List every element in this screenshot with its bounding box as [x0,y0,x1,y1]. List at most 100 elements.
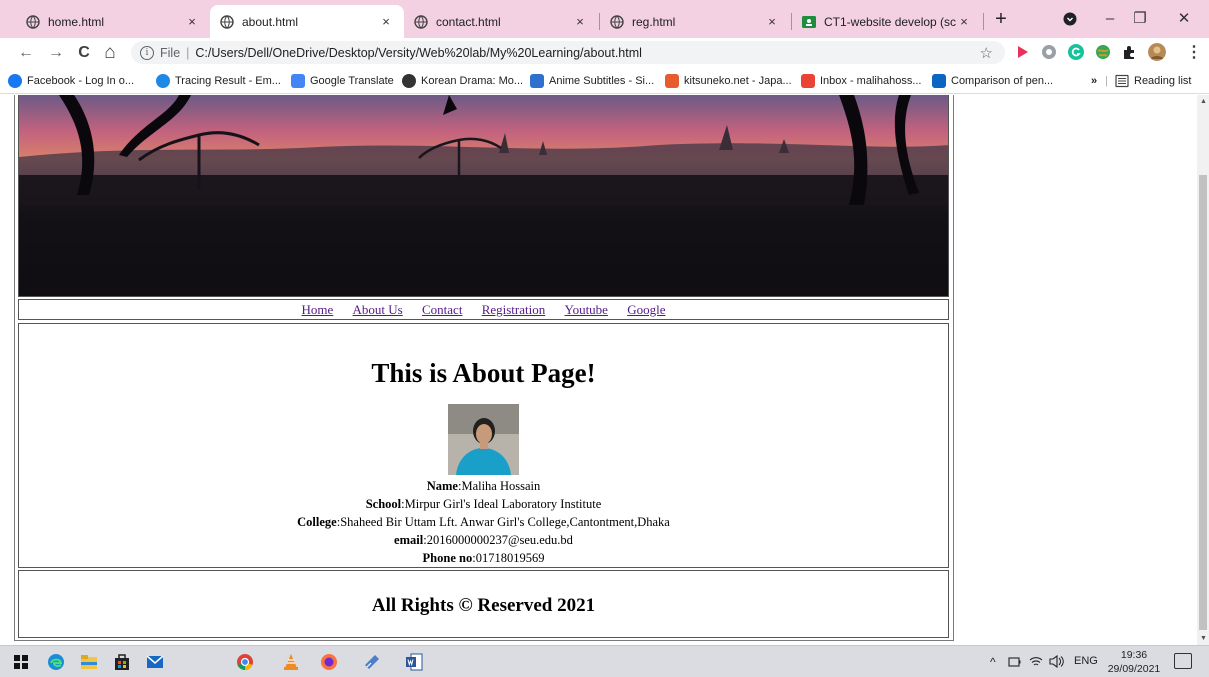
new-tab-button[interactable]: + [990,9,1012,31]
restore-button[interactable]: ❐ [1126,7,1154,31]
footer-text: All Rights © Reserved 2021 [371,595,596,616]
windows-taskbar: ^ ENG 19:36 29/09/2021 [0,645,1209,677]
firefox-icon[interactable] [320,653,338,671]
nav-link-google[interactable]: Google [627,302,665,317]
browser-menu-button[interactable]: ⋮ [1182,41,1206,65]
vertical-scrollbar[interactable]: ▲ ▼ [1197,95,1209,645]
wifi-icon[interactable] [1029,655,1043,668]
info-name-row: Name:Maliha Hossain [19,477,948,495]
college-label: College [297,515,337,529]
back-button[interactable]: ← [14,41,38,65]
bookmark-facebook[interactable]: Facebook - Log In o... [8,72,134,90]
nav-link-youtube[interactable]: Youtube [564,302,607,317]
tab-about[interactable]: about.html × [210,5,404,38]
system-clock[interactable]: 19:36 29/09/2021 [1106,648,1162,676]
tab-label: CT1-website develop (screen [824,14,956,29]
bookmark-label: Comparison of pen... [951,75,1054,87]
tab-label: reg.html [632,14,676,29]
bookmark-korean-drama[interactable]: Korean Drama: Mo... [402,72,523,90]
nav-link-home[interactable]: Home [302,302,334,317]
nav-link-registration[interactable]: Registration [482,302,546,317]
bookmarks-overflow-button[interactable]: » [1091,72,1097,90]
bookmark-label: Google Translate [310,75,394,87]
store-icon[interactable] [113,653,131,671]
tab-home[interactable]: home.html × [16,5,210,38]
volume-icon[interactable] [1049,655,1064,668]
reading-list-label: Reading list [1134,75,1192,87]
tab-divider [983,13,984,30]
reload-button[interactable]: C [72,41,96,65]
vlc-icon[interactable] [282,653,300,671]
windows-start-icon[interactable] [14,655,28,669]
extension-globe-icon[interactable] [1094,43,1112,61]
drama-icon [402,74,416,88]
tab-search-icon[interactable] [1063,12,1077,26]
tray-expand-chevron[interactable]: ^ [990,655,996,669]
play-extension-icon[interactable] [1013,43,1031,61]
tab-label: contact.html [436,14,501,29]
bookmarks-divider: | [1105,75,1108,87]
linkedin-icon [932,74,946,88]
tracing-icon [156,74,170,88]
close-icon[interactable]: × [764,14,780,29]
url-text[interactable]: C:/Users/Dell/OneDrive/Desktop/Versity/W… [195,46,642,60]
close-icon[interactable]: × [956,14,972,29]
language-indicator[interactable]: ENG [1074,655,1098,667]
tab-label: about.html [242,14,299,29]
bookmark-kitsuneko[interactable]: kitsuneko.net - Japa... [665,72,792,90]
profile-avatar[interactable] [1148,43,1166,61]
media-player-icon[interactable] [363,653,381,671]
clock-date: 29/09/2021 [1107,663,1161,675]
bookmark-google-translate[interactable]: Google Translate [291,72,394,90]
scrollbar-thumb[interactable] [1199,175,1207,630]
bookmark-label: Anime Subtitles - Si... [549,75,655,87]
close-icon[interactable]: × [184,14,200,29]
chrome-icon[interactable] [236,653,254,671]
battery-icon[interactable] [1008,656,1021,668]
top-navigation: Home About Us Contact Registration Youtu… [18,299,949,320]
bookmark-tracing-result[interactable]: Tracing Result - Em... [156,72,281,90]
info-phone-row: Phone no:01718019569 [19,549,948,567]
page-title: This is About Page! [371,358,596,388]
tab-contact[interactable]: contact.html × [404,5,598,38]
grammarly-icon[interactable] [1067,43,1085,61]
scroll-up-arrow-icon[interactable]: ▲ [1200,98,1207,105]
bookmark-anime-subtitles[interactable]: Anime Subtitles - Si... [530,72,654,90]
forward-button[interactable]: → [44,41,68,65]
globe-icon [220,14,234,29]
word-icon[interactable] [405,653,423,671]
info-icon[interactable]: i [140,45,154,60]
bookmark-star-icon[interactable]: ☆ [980,44,993,62]
tab-reg[interactable]: reg.html × [600,5,790,38]
name-value: Maliha Hossain [461,479,541,493]
reading-list-icon [1115,74,1129,88]
bookmark-linkedin[interactable]: Comparison of pen... [932,72,1053,90]
minimize-button[interactable]: – [1096,7,1124,31]
mail-icon[interactable] [146,653,164,671]
school-label: School [365,497,402,511]
close-icon[interactable]: × [572,14,588,29]
nav-link-contact[interactable]: Contact [422,302,462,317]
globe-icon [26,14,40,29]
extension-icon[interactable] [1040,43,1058,61]
phone-label: Phone no [422,551,473,565]
file-explorer-icon[interactable] [80,653,98,671]
info-school-row: School:Mirpur Girl's Ideal Laboratory In… [19,495,948,513]
close-window-button[interactable]: ✕ [1170,7,1198,31]
scroll-down-arrow-icon[interactable]: ▼ [1200,635,1207,642]
clock-time: 19:36 [1120,649,1148,661]
close-icon[interactable]: × [378,14,394,29]
edge-icon[interactable] [47,653,65,671]
info-college-row: College:Shaheed Bir Uttam Lft. Anwar Gir… [19,513,948,531]
address-bar[interactable]: i File | C:/Users/Dell/OneDrive/Desktop/… [131,41,1005,64]
page-footer: All Rights © Reserved 2021 [18,570,949,638]
notification-center-icon[interactable] [1174,653,1192,669]
nav-link-about-us[interactable]: About Us [353,302,403,317]
school-value: Mirpur Girl's Ideal Laboratory Institute [404,497,602,511]
bookmark-gmail-inbox[interactable]: Inbox - malihahoss... [801,72,922,90]
extensions-puzzle-icon[interactable] [1121,43,1139,61]
profile-photo [448,404,519,475]
reading-list-button[interactable]: Reading list [1115,72,1191,90]
home-button[interactable]: ⌂ [98,41,122,65]
tab-classroom[interactable]: CT1-website develop (screen × [792,5,982,38]
